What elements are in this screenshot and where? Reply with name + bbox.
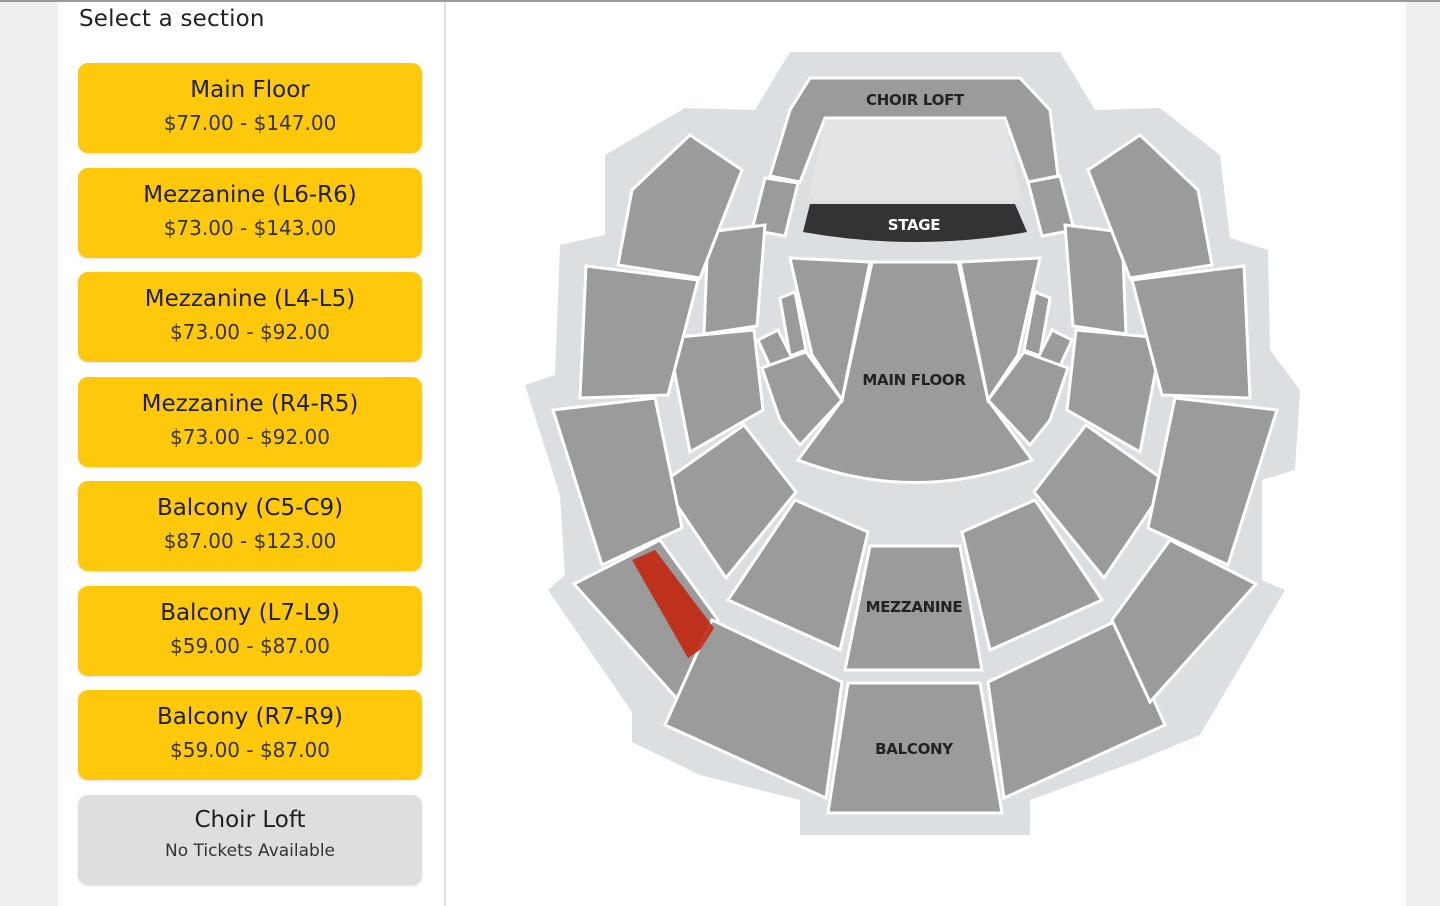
section-name: Mezzanine (L4-L5) (144, 286, 356, 312)
section-name: Choir Loft (194, 807, 306, 833)
map-label-stage: STAGE (888, 216, 941, 234)
section-availability: No Tickets Available (164, 841, 336, 861)
section-price: $59.00 - $87.00 (170, 738, 330, 762)
section-card-balcony-l7-l9[interactable]: Balcony (L7-L9) $59.00 - $87.00 (78, 586, 422, 676)
section-name: Balcony (R7-R9) (157, 704, 343, 730)
section-name: Mezzanine (R4-R5) (141, 391, 359, 417)
map-label-main-floor: MAIN FLOOR (862, 371, 966, 389)
section-card-choir-loft: Choir Loft No Tickets Available (78, 795, 422, 885)
section-price: $73.00 - $92.00 (170, 320, 330, 344)
section-price: $87.00 - $123.00 (163, 529, 337, 553)
section-name: Balcony (C5-C9) (156, 495, 344, 521)
section-card-mezzanine-l6-r6[interactable]: Mezzanine (L6-R6) $73.00 - $143.00 (78, 168, 422, 258)
map-label-mezzanine: MEZZANINE (866, 598, 963, 616)
map-label-balcony: BALCONY (875, 740, 954, 758)
section-card-balcony-c5-c9[interactable]: Balcony (C5-C9) $87.00 - $123.00 (78, 481, 422, 571)
section-name: Mezzanine (L6-R6) (143, 182, 357, 208)
section-name: Main Floor (190, 77, 310, 103)
section-list-heading: Select a section (79, 6, 265, 32)
section-price: $77.00 - $147.00 (163, 111, 337, 135)
section-price: $73.00 - $143.00 (163, 216, 337, 240)
section-card-main-floor[interactable]: Main Floor $77.00 - $147.00 (78, 63, 422, 153)
map-label-choir-loft: CHOIR LOFT (866, 91, 965, 109)
section-card-balcony-r7-r9[interactable]: Balcony (R7-R9) $59.00 - $87.00 (78, 690, 422, 780)
section-price: $73.00 - $92.00 (170, 425, 330, 449)
section-name: Balcony (L7-L9) (160, 600, 340, 626)
stage-apron (808, 120, 1022, 200)
section-price: $59.00 - $87.00 (170, 634, 330, 658)
section-card-mezzanine-l4-l5[interactable]: Mezzanine (L4-L5) $73.00 - $92.00 (78, 272, 422, 362)
seat-map: CHOIR LOFT STAGE MAIN FLOOR MEZZANINE BA… (525, 52, 1300, 835)
section-card-mezzanine-r4-r5[interactable]: Mezzanine (R4-R5) $73.00 - $92.00 (78, 377, 422, 467)
